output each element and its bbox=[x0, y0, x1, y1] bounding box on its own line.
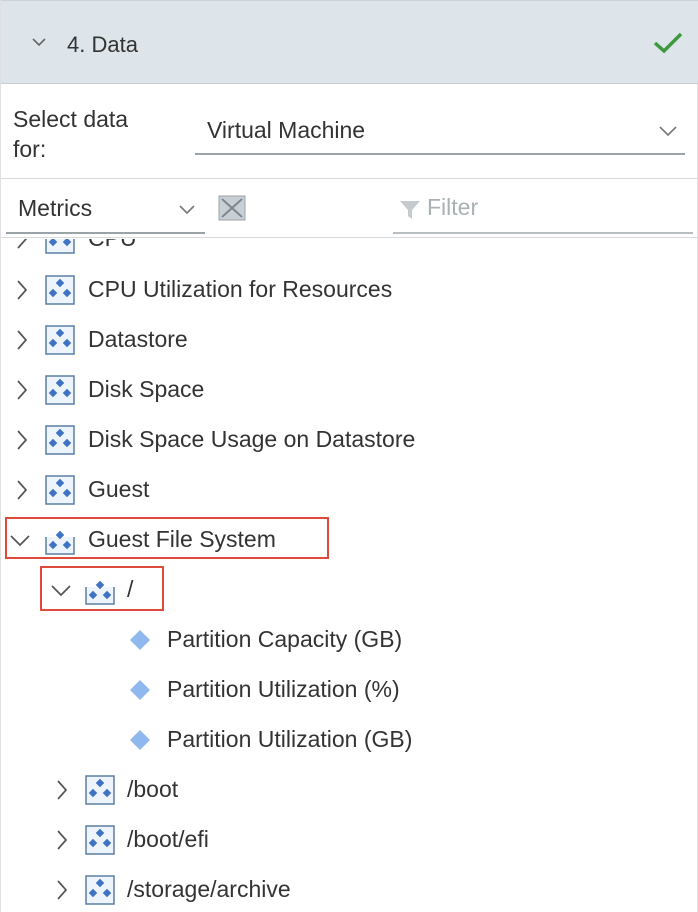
tree-node-label: CPU Utilization for Resources bbox=[88, 276, 393, 302]
filter-icon bbox=[400, 201, 420, 219]
metric-group-icon bbox=[85, 775, 115, 805]
chevron-right-icon[interactable] bbox=[15, 279, 29, 301]
section-header[interactable]: 4. Data bbox=[1, 0, 698, 84]
chevron-right-icon[interactable] bbox=[55, 879, 69, 901]
tree-leaf-label: Partition Utilization (GB) bbox=[167, 726, 413, 752]
select-data-dropdown[interactable]: Virtual Machine bbox=[195, 108, 685, 155]
highlight-box-guest-file-system bbox=[5, 517, 329, 559]
tree-node-label: CPU bbox=[88, 239, 137, 252]
tree-node-storage-archive[interactable]: /storage/archive bbox=[41, 870, 698, 910]
tree-node-label: Disk Space bbox=[88, 376, 205, 402]
chevron-right-icon[interactable] bbox=[55, 829, 69, 851]
collapse-all-icon[interactable] bbox=[218, 195, 246, 221]
metric-diamond-icon bbox=[130, 730, 150, 750]
section-title: 4. Data bbox=[67, 32, 138, 57]
metric-group-icon bbox=[45, 375, 75, 405]
chevron-down-icon bbox=[32, 38, 46, 47]
tree-leaf-partition-utilization-pct[interactable]: Partition Utilization (%) bbox=[1, 670, 698, 710]
tree-node-cpu[interactable]: CPU bbox=[1, 239, 698, 259]
tree-node-label: /boot bbox=[127, 776, 179, 802]
tree-node-disk-space-usage[interactable]: Disk Space Usage on Datastore bbox=[1, 420, 698, 460]
tree-leaf-label: Partition Utilization (%) bbox=[167, 676, 400, 702]
tree-node-label: Guest bbox=[88, 476, 150, 502]
tree-node-label: /boot/efi bbox=[127, 826, 209, 852]
tree-node-label: /storage/archive bbox=[127, 876, 291, 902]
chevron-right-icon[interactable] bbox=[15, 329, 29, 351]
tree-node-cpu-utilization[interactable]: CPU Utilization for Resources bbox=[1, 270, 698, 310]
data-panel: 4. Data Select data for: Virtual Machine… bbox=[0, 0, 698, 912]
metric-group-icon bbox=[45, 425, 75, 455]
chevron-right-icon[interactable] bbox=[15, 479, 29, 501]
checkmark-icon bbox=[653, 32, 683, 54]
select-data-label: Select data for: bbox=[13, 106, 129, 162]
tree-node-label: Disk Space Usage on Datastore bbox=[88, 426, 416, 452]
tree-node-boot-efi[interactable]: /boot/efi bbox=[41, 820, 698, 860]
chevron-down-icon bbox=[659, 126, 677, 137]
chevron-right-icon[interactable] bbox=[55, 779, 69, 801]
metric-group-icon bbox=[45, 275, 75, 305]
metric-group-icon bbox=[85, 875, 115, 905]
chevron-right-icon[interactable] bbox=[15, 239, 29, 250]
metrics-dropdown[interactable]: Metrics bbox=[6, 181, 205, 234]
highlight-box-root-fs bbox=[40, 566, 164, 611]
tree-toolbar: Metrics bbox=[1, 178, 698, 238]
tree-leaf-partition-utilization-gb[interactable]: Partition Utilization (GB) bbox=[1, 720, 698, 760]
filter-input[interactable] bbox=[427, 191, 677, 223]
chevron-down-icon bbox=[179, 205, 195, 215]
tree-node-datastore[interactable]: Datastore bbox=[1, 320, 698, 360]
metrics-tree: CPU CPU Utilization for Resources Datast… bbox=[1, 239, 698, 912]
tree-node-label: Datastore bbox=[88, 326, 188, 352]
metric-group-icon bbox=[85, 825, 115, 855]
filter-field[interactable] bbox=[393, 181, 693, 234]
metric-diamond-icon bbox=[130, 680, 150, 700]
metric-diamond-icon bbox=[130, 630, 150, 650]
select-data-value: Virtual Machine bbox=[207, 117, 366, 143]
metric-group-icon bbox=[45, 325, 75, 355]
chevron-right-icon[interactable] bbox=[15, 429, 29, 451]
tree-leaf-partition-capacity[interactable]: Partition Capacity (GB) bbox=[1, 620, 698, 660]
metric-group-icon bbox=[45, 475, 75, 505]
tree-leaf-label: Partition Capacity (GB) bbox=[167, 626, 403, 652]
metrics-value: Metrics bbox=[18, 195, 93, 221]
metric-group-icon bbox=[45, 239, 75, 254]
tree-node-boot[interactable]: /boot bbox=[41, 770, 698, 810]
tree-node-guest[interactable]: Guest bbox=[1, 470, 698, 510]
chevron-right-icon[interactable] bbox=[15, 379, 29, 401]
tree-node-disk-space[interactable]: Disk Space bbox=[1, 370, 698, 410]
